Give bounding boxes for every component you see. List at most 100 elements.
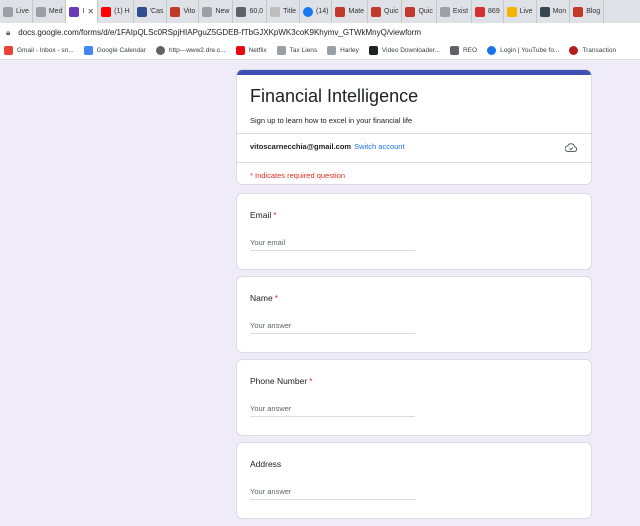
tab-favicon-icon	[539, 6, 550, 17]
browser-tab[interactable]: (1) H	[98, 0, 134, 23]
bookmark-label: Netflix	[248, 47, 267, 54]
url-text[interactable]: docs.google.com/forms/d/e/1FAIpQLSc0RSpj…	[18, 28, 421, 37]
tab-label: Mate	[348, 8, 365, 15]
browser-tab[interactable]: Med	[33, 0, 67, 23]
close-icon[interactable]: ✕	[87, 7, 94, 16]
tab-favicon-icon	[475, 6, 486, 17]
youtube-favicon-icon	[101, 6, 112, 17]
bookmark-label: http---www2.dre.c...	[168, 47, 226, 54]
tab-label: I	[82, 8, 85, 15]
tab-label: Live	[16, 8, 29, 15]
tab-label: (14)	[316, 8, 329, 15]
question-title: Phone Number	[250, 376, 308, 386]
bookmark-youtube-login[interactable]: Login | YouTube fo...	[487, 46, 559, 55]
tab-label: Vito	[183, 8, 196, 15]
browser-tab[interactable]: 869	[472, 0, 504, 23]
browser-tab[interactable]: Title	[267, 0, 301, 23]
browser-tab[interactable]: Live	[504, 0, 537, 23]
tab-label: Live	[519, 8, 533, 15]
address-bar[interactable]: 🔒︎ docs.google.com/forms/d/e/1FAIpQLSc0R…	[0, 23, 640, 42]
tab-label: Quic	[418, 8, 433, 15]
phone-input[interactable]	[250, 400, 415, 417]
bookmark-gmail[interactable]: Gmail - Inbox - sn...	[4, 46, 74, 55]
tab-label: New	[215, 8, 230, 15]
browser-tab[interactable]: 60,0	[233, 0, 268, 23]
tab-favicon-icon	[236, 6, 247, 17]
bookmark-label: Harley	[340, 47, 359, 54]
question-card-name: Name *	[236, 276, 592, 353]
email-input[interactable]	[250, 234, 415, 251]
bookmark-google-calendar[interactable]: Google Calendar	[83, 46, 146, 55]
tab-label: 869	[488, 8, 500, 15]
browser-tab[interactable]: Exist	[437, 0, 473, 23]
netflix-icon	[235, 46, 245, 55]
bookmark-reo[interactable]: REO	[449, 46, 478, 55]
tab-favicon-icon	[35, 6, 46, 17]
browser-tab[interactable]: New	[199, 0, 234, 23]
folder-icon	[276, 46, 286, 55]
form-title: Financial Intelligence	[250, 86, 419, 106]
bookmark-tax-liens[interactable]: Tax Liens	[276, 46, 318, 55]
browser-tab[interactable]: Mon	[537, 0, 571, 23]
form-page: Financial Intelligence Sign up to learn …	[0, 60, 640, 526]
name-input[interactable]	[250, 317, 415, 334]
browser-tab[interactable]: Blog	[570, 0, 605, 23]
video-downloader-icon	[368, 46, 378, 55]
address-input[interactable]	[250, 483, 415, 500]
browser-tab[interactable]: 'Cas	[134, 0, 168, 23]
tab-favicon-icon	[270, 6, 281, 17]
question-label: Address	[250, 459, 281, 469]
tab-favicon-icon	[3, 6, 13, 17]
tab-favicon-icon	[371, 6, 382, 17]
browser-tab[interactable]: (14)	[300, 0, 333, 23]
browser-tab[interactable]: Quic	[402, 0, 437, 23]
folder-icon	[327, 46, 337, 55]
account-email: vitoscarnecchia@gmail.com	[250, 142, 352, 151]
switch-account-link[interactable]: Switch account	[354, 142, 404, 151]
bookmark-netflix[interactable]: Netflix	[235, 46, 267, 55]
required-asterisk: *	[273, 210, 277, 220]
divider	[237, 133, 591, 134]
cloud-save-icon[interactable]	[565, 143, 577, 152]
browser-tab[interactable]: Mate	[332, 0, 369, 23]
required-note: * Indicates required question	[250, 171, 346, 180]
folder-icon	[449, 46, 459, 55]
tab-favicon-icon	[335, 6, 346, 17]
required-asterisk: *	[274, 293, 278, 303]
calendar-icon	[83, 46, 93, 55]
bookmark-label: Tax Liens	[289, 47, 318, 54]
tab-label: 60,0	[249, 8, 264, 15]
browser-tab[interactable]: Vito	[167, 0, 200, 23]
browser-tab-active[interactable]: I ✕	[66, 0, 99, 23]
lock-icon[interactable]: 🔒︎	[6, 28, 10, 38]
bookmark-label: Gmail - Inbox - sn...	[17, 47, 74, 54]
question-title: Email	[250, 210, 272, 220]
tab-label: 'Cas	[149, 8, 164, 15]
bookmark-label: Login | YouTube fo...	[500, 47, 560, 54]
tab-favicon-icon	[170, 6, 181, 17]
question-card-phone: Phone Number *	[236, 359, 592, 436]
question-title: Name	[250, 293, 273, 303]
bookmark-harley[interactable]: Harley	[327, 46, 359, 55]
required-asterisk: *	[309, 376, 313, 386]
tab-favicon-icon	[405, 6, 416, 17]
bookmark-label: REO	[462, 47, 478, 54]
tab-label: (1) H	[114, 8, 130, 15]
gmail-icon	[4, 46, 13, 55]
transaction-icon	[569, 46, 579, 55]
bookmarks-bar: Gmail - Inbox - sn... Google Calendar ht…	[0, 42, 640, 60]
bookmark-transaction[interactable]: Transaction	[569, 46, 616, 55]
bookmark-video-downloader[interactable]: Video Downloader...	[368, 46, 440, 55]
form-accent-band	[237, 70, 591, 75]
cloud-icon	[487, 46, 497, 55]
question-card-address: Address	[236, 442, 592, 519]
question-label: Name *	[250, 293, 278, 303]
browser-tab[interactable]: Live	[0, 0, 33, 23]
tab-favicon-icon	[506, 6, 517, 17]
question-label: Phone Number *	[250, 376, 312, 386]
browser-tab[interactable]: Quic	[368, 0, 403, 23]
tab-favicon-icon	[573, 6, 584, 17]
bookmark-dre[interactable]: http---www2.dre.c...	[155, 46, 226, 55]
form-description: Sign up to learn how to excel in your fi…	[250, 116, 413, 125]
tab-label: Blog	[586, 8, 601, 15]
